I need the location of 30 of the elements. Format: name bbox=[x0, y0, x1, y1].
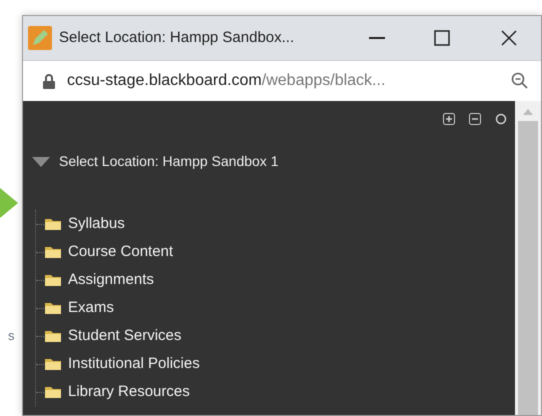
tree-item[interactable]: Student Services bbox=[68, 324, 182, 348]
expand-toggle[interactable] bbox=[29, 154, 53, 168]
folder-icon bbox=[44, 357, 62, 371]
tree-item[interactable]: Exams bbox=[68, 296, 114, 320]
folder-icon bbox=[44, 217, 62, 231]
window-title: Select Location: Hampp Sandbox... bbox=[59, 28, 294, 48]
tree-root-label[interactable]: Select Location: Hampp Sandbox 1 bbox=[59, 151, 278, 172]
url-text: ccsu-stage.blackboard.com/webapps/black... bbox=[67, 71, 386, 91]
scrollbar-thumb[interactable] bbox=[518, 121, 538, 415]
tree-item[interactable]: Library Resources bbox=[68, 380, 190, 404]
minimize-icon bbox=[369, 37, 385, 39]
folder-icon bbox=[44, 301, 62, 315]
tree-item[interactable]: Institutional Policies bbox=[68, 352, 200, 376]
folder-icon bbox=[44, 385, 62, 399]
tree-item[interactable]: Syllabus bbox=[68, 212, 125, 236]
zoom-out-icon[interactable] bbox=[511, 72, 529, 90]
lock-icon bbox=[43, 74, 55, 88]
folder-icon bbox=[44, 273, 62, 287]
folder-icon bbox=[44, 329, 62, 343]
refresh-icon[interactable] bbox=[495, 113, 507, 125]
tree-item[interactable]: Assignments bbox=[68, 268, 154, 292]
close-icon bbox=[501, 30, 517, 46]
maximize-icon bbox=[434, 30, 450, 46]
expand-all-icon[interactable] bbox=[443, 113, 455, 125]
pencil-icon bbox=[28, 26, 52, 50]
folder-icon bbox=[44, 245, 62, 259]
page-text-fragment: s bbox=[8, 327, 14, 345]
pointer-arrow-icon bbox=[0, 188, 18, 218]
tree-item[interactable]: Course Content bbox=[68, 240, 174, 264]
collapse-all-icon[interactable] bbox=[469, 113, 481, 125]
